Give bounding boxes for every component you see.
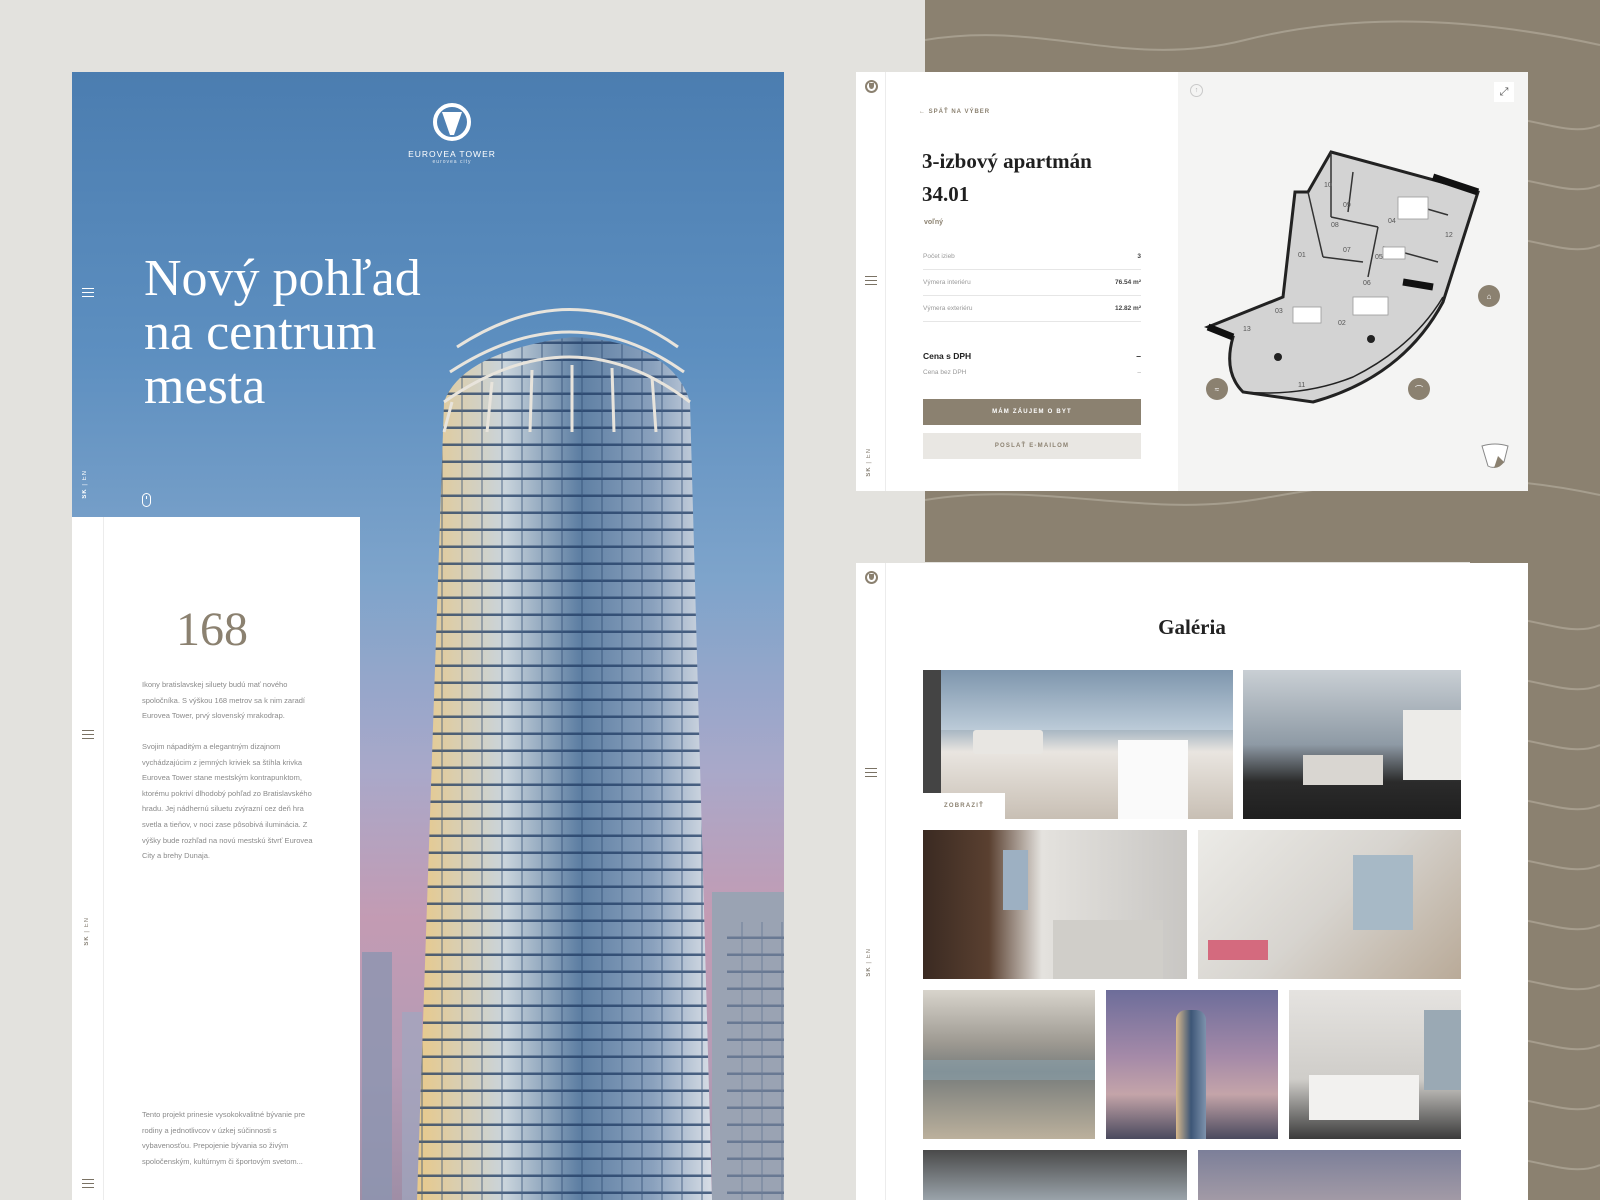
logo-icon[interactable]: [865, 571, 878, 584]
lang-separator: |: [866, 461, 872, 464]
gallery-photo-tower-dusk[interactable]: [1106, 990, 1278, 1139]
menu-icon[interactable]: [865, 768, 877, 778]
gallery-title: Galéria: [1158, 615, 1226, 639]
room-label: 13: [1243, 326, 1251, 333]
apartment-number: 34.01: [922, 182, 970, 206]
room-label: 12: [1445, 232, 1453, 239]
spec-row: Výmera exteriéru 12.82 m²: [923, 296, 1141, 322]
room-label: 11: [1298, 382, 1305, 389]
menu-icon[interactable]: [82, 288, 94, 298]
hero-title-line: Nový pohľad: [144, 250, 421, 307]
price-value: –: [1136, 351, 1141, 361]
side-rail: SK | EN: [856, 563, 886, 1200]
lang-sk[interactable]: SK: [82, 488, 88, 498]
apartment-detail-panel: SK | EN ← SPÄŤ NA VÝBER 3-izbový apartmá…: [856, 72, 1528, 491]
view-east-button[interactable]: ⌂: [1478, 285, 1500, 307]
lang-separator: |: [82, 483, 88, 486]
apartment-type: 3-izbový apartmán: [922, 149, 1092, 173]
gallery-panel: SK | EN Galéria ZOBRAZIŤ: [856, 563, 1528, 1200]
show-gallery-button[interactable]: ZOBRAZIŤ: [923, 793, 1005, 819]
price-label: Cena s DPH: [923, 351, 972, 361]
tower-floor-key-icon[interactable]: [1480, 442, 1510, 472]
price-net-value: –: [1137, 369, 1141, 376]
back-to-selection-link[interactable]: ← SPÄŤ NA VÝBER: [919, 109, 990, 115]
scroll-mouse-icon[interactable]: [142, 493, 151, 507]
brand-name: EUROVEA TOWER: [408, 149, 496, 159]
language-switch[interactable]: SK | EN: [866, 448, 872, 477]
lang-en[interactable]: EN: [82, 470, 88, 480]
language-switch[interactable]: SK | EN: [82, 470, 88, 499]
floor-plan-area: ↑ ⤢ 01 02 03 04 05 06 07 08 09 10 11 12 …: [1178, 72, 1528, 491]
room-label: 10: [1324, 182, 1332, 189]
room-label: 01: [1298, 252, 1306, 259]
spec-value: 3: [1137, 253, 1141, 260]
height-number: 168: [176, 603, 248, 656]
room-label: 04: [1388, 218, 1396, 225]
room-label: 02: [1338, 320, 1346, 327]
spec-value: 12.82 m²: [1114, 305, 1141, 312]
price-net-label: Cena bez DPH: [923, 369, 967, 376]
compass-icon: ↑: [1190, 84, 1203, 97]
availability-status: voľný: [924, 219, 944, 226]
intro-card: SK | EN 168 Ikony bratislavskej siluety …: [72, 517, 360, 1200]
spec-row: Počet izieb 3: [923, 244, 1141, 270]
intro-paragraph: Ikony bratislavskej siluety budú mať nov…: [142, 680, 305, 721]
side-rail: SK | EN: [72, 517, 104, 1200]
spec-label: Výmera interiéru: [923, 279, 971, 286]
gallery-photo-master-bedroom[interactable]: [1289, 990, 1461, 1139]
gallery-photo-kids-room[interactable]: [1198, 830, 1461, 979]
apartment-title: 3-izbový apartmán 34.01: [922, 145, 1092, 211]
room-label: 06: [1363, 280, 1371, 287]
lang-en[interactable]: EN: [866, 948, 872, 958]
menu-icon[interactable]: [82, 1179, 94, 1189]
gallery-photo-exterior[interactable]: [1198, 1150, 1461, 1200]
intro-paragraph: Tento projekt prinesie vysokokvalitné bý…: [142, 1110, 306, 1166]
room-label: 08: [1331, 222, 1339, 229]
lang-en[interactable]: EN: [84, 917, 90, 927]
gallery-photo-interior[interactable]: [923, 1150, 1187, 1200]
room-label: 09: [1343, 202, 1351, 209]
logo-icon[interactable]: [865, 80, 878, 93]
spec-label: Výmera exteriéru: [923, 305, 973, 312]
brand-logo-icon: [433, 103, 471, 141]
gallery-photo-lounge[interactable]: [1243, 670, 1461, 819]
room-label: 03: [1275, 308, 1283, 315]
lang-separator: |: [84, 930, 90, 933]
gallery-photo-living-room[interactable]: ZOBRAZIŤ: [923, 670, 1233, 819]
lang-sk[interactable]: SK: [866, 966, 872, 976]
lang-separator: |: [866, 961, 872, 964]
lang-sk[interactable]: SK: [866, 466, 872, 476]
intro-paragraph: Svojim nápaditým a elegantným dizajnom v…: [142, 742, 313, 861]
price-with-vat: Cena s DPH –: [923, 351, 1141, 361]
brand-subname: eurovea city: [432, 159, 472, 165]
price-without-vat: Cena bez DPH –: [923, 369, 1141, 376]
expand-icon[interactable]: ⤢: [1494, 82, 1514, 102]
hero-title-line: mesta: [144, 358, 266, 415]
lang-en[interactable]: EN: [866, 448, 872, 458]
menu-icon[interactable]: [82, 730, 94, 740]
gallery-photo-city-view[interactable]: [923, 990, 1095, 1139]
view-river-button[interactable]: ≈: [1206, 378, 1228, 400]
side-rail: SK | EN: [856, 72, 886, 491]
language-switch[interactable]: SK | EN: [84, 917, 90, 946]
floor-plan[interactable]: 01 02 03 04 05 06 07 08 09 10 11 12 13: [1203, 147, 1493, 407]
brand-logo[interactable]: EUROVEA TOWER eurovea city: [392, 102, 512, 165]
view-city-button[interactable]: ⌒: [1408, 378, 1430, 400]
lang-sk[interactable]: SK: [84, 935, 90, 945]
hero-title: Nový pohľad na centrum mesta: [144, 252, 421, 414]
room-label: 07: [1343, 247, 1351, 254]
send-email-button[interactable]: POSLAŤ E-MAILOM: [923, 433, 1141, 459]
gallery-photo-bedroom[interactable]: [923, 830, 1187, 979]
hero-section: EUROVEA TOWER eurovea city Nový pohľad n…: [72, 72, 784, 1200]
spec-label: Počet izieb: [923, 253, 955, 260]
menu-icon[interactable]: [865, 276, 877, 286]
spec-value: 76.54 m²: [1114, 279, 1141, 286]
interest-button[interactable]: MÁM ZÁUJEM O BYT: [923, 399, 1141, 425]
room-label: 05: [1375, 254, 1383, 261]
spec-row: Výmera interiéru 76.54 m²: [923, 270, 1141, 296]
hero-title-line: na centrum: [144, 304, 377, 361]
language-switch[interactable]: SK | EN: [866, 948, 872, 977]
